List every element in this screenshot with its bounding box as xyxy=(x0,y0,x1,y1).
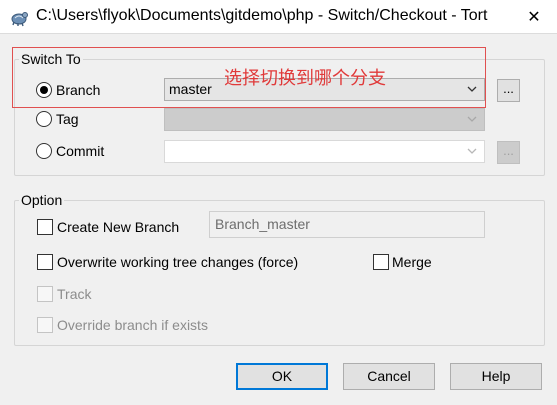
help-button[interactable]: Help xyxy=(450,363,542,390)
commit-label: Commit xyxy=(56,143,105,159)
track-checkbox[interactable] xyxy=(37,286,53,302)
tag-radio[interactable] xyxy=(36,111,52,127)
chevron-down-icon xyxy=(467,148,477,154)
new-branch-name-field[interactable]: Branch_master xyxy=(209,211,485,238)
chevron-down-icon xyxy=(467,86,477,92)
override-branch-label: Override branch if exists xyxy=(57,317,208,333)
branch-select-value: master xyxy=(169,81,212,97)
commit-select[interactable] xyxy=(164,140,485,163)
title-bar: C:\Users\flyok\Documents\gitdemo\php - S… xyxy=(0,0,557,34)
overwrite-label: Overwrite working tree changes (force) xyxy=(57,254,299,270)
track-label: Track xyxy=(57,286,92,302)
chevron-down-icon xyxy=(467,116,477,122)
cancel-button[interactable]: Cancel xyxy=(343,363,435,390)
override-branch-checkbox[interactable] xyxy=(37,317,53,333)
tortoise-icon xyxy=(11,12,28,27)
branch-label: Branch xyxy=(56,82,101,98)
branch-radio[interactable] xyxy=(36,82,52,98)
close-icon: ✕ xyxy=(527,9,541,26)
option-label: Option xyxy=(19,192,65,208)
commit-radio[interactable] xyxy=(36,143,52,159)
create-new-branch-checkbox[interactable] xyxy=(37,219,53,235)
browse-branch-button[interactable]: ... xyxy=(497,79,520,102)
tag-label: Tag xyxy=(56,111,79,127)
annotation-text: 选择切换到哪个分支 xyxy=(224,68,386,89)
merge-label: Merge xyxy=(392,254,432,270)
window-title: C:\Users\flyok\Documents\gitdemo\php - S… xyxy=(36,7,488,24)
switch-to-label: Switch To xyxy=(19,51,83,67)
create-new-branch-label: Create New Branch xyxy=(57,219,180,235)
overwrite-checkbox[interactable] xyxy=(37,254,53,270)
ok-button[interactable]: OK xyxy=(236,363,328,390)
tag-select[interactable] xyxy=(164,108,485,131)
merge-checkbox[interactable] xyxy=(373,254,389,270)
close-button[interactable]: ✕ xyxy=(511,0,557,34)
browse-commit-button[interactable]: ... xyxy=(497,141,520,164)
